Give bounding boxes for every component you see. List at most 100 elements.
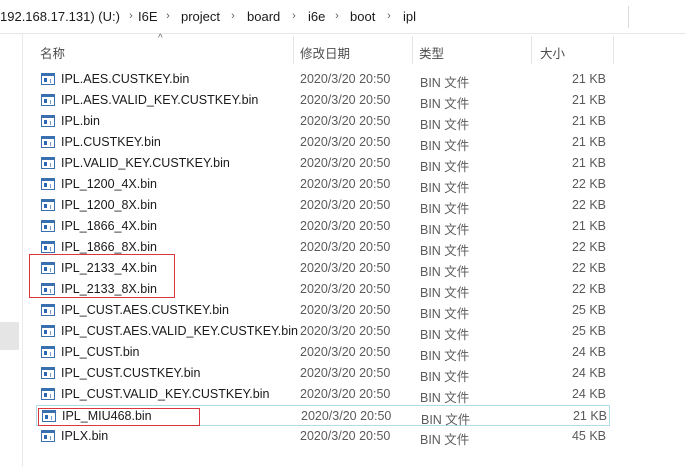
file-row[interactable]: IPL.bin 2020/3/20 20:50 BIN 文件 21 KB — [36, 111, 610, 132]
navigation-pane[interactable] — [0, 34, 23, 467]
breadcrumb-i6e-root[interactable]: I6E — [138, 9, 158, 24]
file-row[interactable]: IPL.CUSTKEY.bin 2020/3/20 20:50 BIN 文件 2… — [36, 132, 610, 153]
bin-file-icon — [41, 346, 55, 358]
breadcrumb-ipl[interactable]: ipl — [403, 9, 416, 24]
file-row[interactable]: IPL.VALID_KEY.CUSTKEY.bin 2020/3/20 20:5… — [36, 153, 610, 174]
file-size: 24 KB — [571, 366, 606, 380]
chevron-right-icon[interactable]: › — [384, 10, 394, 22]
file-date: 2020/3/20 20:50 — [300, 261, 391, 275]
bin-file-icon — [41, 304, 55, 316]
file-size: 24 KB — [571, 345, 606, 359]
bin-file-icon — [41, 325, 55, 337]
file-date: 2020/3/20 20:50 — [300, 429, 391, 443]
breadcrumb-board[interactable]: board — [247, 9, 280, 24]
address-divider — [628, 6, 629, 28]
chevron-right-icon[interactable]: › — [332, 10, 342, 22]
file-size: 22 KB — [571, 177, 606, 191]
file-date: 2020/3/20 20:50 — [300, 219, 391, 233]
file-row[interactable]: IPL_CUST.CUSTKEY.bin 2020/3/20 20:50 BIN… — [36, 363, 610, 384]
file-name: IPL_1200_8X.bin — [61, 198, 157, 212]
file-type: BIN 文件 — [420, 391, 470, 405]
file-row[interactable]: IPL_CUST.bin 2020/3/20 20:50 BIN 文件 24 K… — [36, 342, 610, 363]
file-name: IPL_CUST.CUSTKEY.bin — [61, 366, 201, 380]
file-row[interactable]: IPL.AES.CUSTKEY.bin 2020/3/20 20:50 BIN … — [36, 69, 610, 90]
file-row[interactable]: IPL_CUST.AES.CUSTKEY.bin 2020/3/20 20:50… — [36, 300, 610, 321]
file-type: BIN 文件 — [420, 202, 470, 216]
file-type: BIN 文件 — [420, 244, 470, 258]
file-row[interactable]: IPL_CUST.AES.VALID_KEY.CUSTKEY.bin 2020/… — [36, 321, 610, 342]
bin-file-icon — [41, 136, 55, 148]
file-type: BIN 文件 — [420, 97, 470, 111]
file-name: IPL_1866_4X.bin — [61, 219, 157, 233]
file-row[interactable]: IPL.AES.VALID_KEY.CUSTKEY.bin 2020/3/20 … — [36, 90, 610, 111]
file-date: 2020/3/20 20:50 — [301, 409, 392, 423]
column-header-name[interactable]: 名称 — [31, 35, 292, 65]
file-type: BIN 文件 — [420, 286, 470, 300]
file-name: IPLX.bin — [61, 429, 109, 443]
file-type: BIN 文件 — [420, 118, 470, 132]
column-type-label: 类型 — [419, 47, 445, 61]
file-name: IPL.AES.CUSTKEY.bin — [61, 72, 190, 86]
file-row[interactable]: IPLX.bin 2020/3/20 20:50 BIN 文件 45 KB — [36, 426, 610, 447]
file-date: 2020/3/20 20:50 — [300, 198, 391, 212]
file-date: 2020/3/20 20:50 — [300, 72, 391, 86]
bin-file-icon — [41, 178, 55, 190]
column-name-label: 名称 — [40, 47, 66, 61]
file-type: BIN 文件 — [420, 223, 470, 237]
file-type: BIN 文件 — [420, 307, 470, 321]
file-row[interactable]: IPL_1866_4X.bin 2020/3/20 20:50 BIN 文件 2… — [36, 216, 610, 237]
file-name: IPL_CUST.AES.VALID_KEY.CUSTKEY.bin — [61, 324, 298, 338]
bin-file-icon — [41, 430, 55, 442]
file-name: IPL_CUST.AES.CUSTKEY.bin — [61, 303, 229, 317]
column-header-size[interactable]: 大小 — [532, 35, 612, 65]
file-row[interactable]: IPL_1200_8X.bin 2020/3/20 20:50 BIN 文件 2… — [36, 195, 610, 216]
file-size: 24 KB — [571, 387, 606, 401]
breadcrumb-drive[interactable]: 192.168.17.131) (U:) — [0, 9, 120, 24]
file-date: 2020/3/20 20:50 — [300, 177, 391, 191]
annotation-box — [38, 408, 200, 426]
file-size: 25 KB — [571, 303, 606, 317]
bin-file-icon — [41, 220, 55, 232]
file-name: IPL_CUST.bin — [61, 345, 140, 359]
file-date: 2020/3/20 20:50 — [300, 345, 391, 359]
file-size: 21 KB — [571, 156, 606, 170]
file-type: BIN 文件 — [420, 349, 470, 363]
file-type: BIN 文件 — [420, 181, 470, 195]
column-divider[interactable] — [613, 36, 614, 64]
file-size: 21 KB — [572, 409, 607, 423]
file-date: 2020/3/20 20:50 — [300, 114, 391, 128]
chevron-right-icon[interactable]: › — [289, 10, 299, 22]
file-row[interactable]: IPL_1200_4X.bin 2020/3/20 20:50 BIN 文件 2… — [36, 174, 610, 195]
breadcrumb-project[interactable]: project — [181, 9, 220, 24]
bin-file-icon — [41, 157, 55, 169]
column-header-date[interactable]: 修改日期 — [294, 35, 411, 65]
file-name: IPL.AES.VALID_KEY.CUSTKEY.bin — [61, 93, 259, 107]
annotation-box — [29, 254, 175, 298]
file-type: BIN 文件 — [420, 76, 470, 90]
bin-file-icon — [41, 367, 55, 379]
file-size: 21 KB — [571, 93, 606, 107]
file-type: BIN 文件 — [420, 328, 470, 342]
file-size: 21 KB — [571, 114, 606, 128]
breadcrumb-i6e[interactable]: i6e — [308, 9, 325, 24]
file-name: IPL.bin — [61, 114, 100, 128]
column-size-label: 大小 — [540, 47, 566, 61]
file-name: IPL.VALID_KEY.CUSTKEY.bin — [61, 156, 230, 170]
file-type: BIN 文件 — [420, 265, 470, 279]
bin-file-icon — [41, 94, 55, 106]
address-bar[interactable]: 192.168.17.131) (U:) › I6E › project › b… — [0, 0, 686, 34]
breadcrumb-boot[interactable]: boot — [350, 9, 375, 24]
chevron-right-icon[interactable]: › — [228, 10, 238, 22]
bin-file-icon — [41, 388, 55, 400]
bin-file-icon — [41, 73, 55, 85]
chevron-right-icon[interactable]: › — [126, 10, 136, 22]
navigation-selected-item[interactable] — [0, 322, 19, 350]
file-size: 22 KB — [571, 240, 606, 254]
bin-file-icon — [41, 199, 55, 211]
file-row[interactable]: IPL_CUST.VALID_KEY.CUSTKEY.bin 2020/3/20… — [36, 384, 610, 405]
file-date: 2020/3/20 20:50 — [300, 303, 391, 317]
file-name: IPL_CUST.VALID_KEY.CUSTKEY.bin — [61, 387, 270, 401]
column-header-type[interactable]: 类型 — [413, 35, 530, 65]
chevron-right-icon[interactable]: › — [163, 10, 173, 22]
bin-file-icon — [41, 241, 55, 253]
